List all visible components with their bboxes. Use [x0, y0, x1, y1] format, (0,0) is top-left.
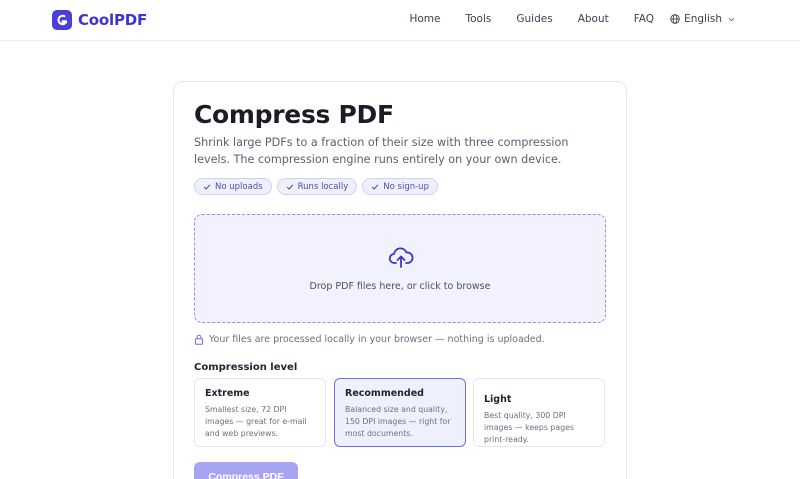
option-title: Extreme	[205, 388, 250, 399]
globe-icon	[670, 14, 680, 24]
option-title: Light	[484, 394, 512, 405]
privacy-note: Your files are processed locally in your…	[194, 334, 545, 345]
badge-no-uploads: No uploads	[194, 178, 272, 195]
lock-icon	[195, 334, 203, 345]
brand-logo[interactable]: CoolPDF	[52, 10, 147, 30]
option-description: Smallest size, 72 DPI images — great for…	[205, 405, 307, 438]
page-title: Compress PDF	[194, 100, 394, 129]
badge-label: No uploads	[215, 181, 263, 192]
nav-tools[interactable]: Tools	[466, 13, 492, 25]
badge-no-signup: No sign-up	[362, 178, 438, 195]
page-subtitle: Shrink large PDFs to a fraction of their…	[194, 136, 569, 166]
option-description: Balanced size and quality, 150 DPI image…	[345, 405, 451, 438]
compression-option-extreme[interactable]: Extreme Smallest size, 72 DPI images — g…	[194, 378, 326, 447]
privacy-text: Your files are processed locally in your…	[209, 334, 545, 345]
top-header: CoolPDF Home Tools Guides About FAQ Engl…	[0, 0, 800, 41]
chevron-down-icon	[728, 17, 735, 21]
upload-cloud-icon	[388, 247, 414, 268]
check-icon	[286, 183, 293, 190]
badge-runs-locally: Runs locally	[276, 178, 358, 195]
option-title: Recommended	[345, 388, 424, 399]
check-icon	[372, 183, 379, 190]
compression-option-recommended[interactable]: Recommended Balanced size and quality, 1…	[334, 378, 466, 447]
compress-button[interactable]: Compress PDF	[194, 462, 298, 479]
badge-label: No sign-up	[383, 181, 429, 192]
compression-level-heading: Compression level	[194, 362, 298, 373]
language-label: English	[684, 13, 722, 25]
nav-guides[interactable]: Guides	[516, 13, 552, 25]
brand-name: CoolPDF	[78, 11, 148, 29]
check-icon	[203, 183, 211, 190]
badge-label: Runs locally	[297, 181, 349, 192]
nav-home[interactable]: Home	[409, 13, 440, 25]
logo-icon	[52, 10, 72, 30]
compression-option-light[interactable]: Light Best quality, 300 DPI images — kee…	[473, 378, 605, 447]
language-selector[interactable]: English	[670, 13, 740, 25]
main-nav: Home Tools Guides About FAQ English	[384, 13, 740, 25]
nav-about[interactable]: About	[578, 13, 609, 25]
feature-badges: No uploads Runs locally No sign-up	[194, 178, 443, 195]
nav-faq[interactable]: FAQ	[634, 13, 654, 25]
dropzone-text: Drop PDF files here, or click to browse	[309, 281, 491, 292]
file-dropzone[interactable]: Drop PDF files here, or click to browse	[194, 214, 606, 323]
option-description: Best quality, 300 DPI images — keeps pag…	[484, 411, 574, 444]
compress-card: Compress PDF Shrink large PDFs to a frac…	[173, 81, 627, 479]
